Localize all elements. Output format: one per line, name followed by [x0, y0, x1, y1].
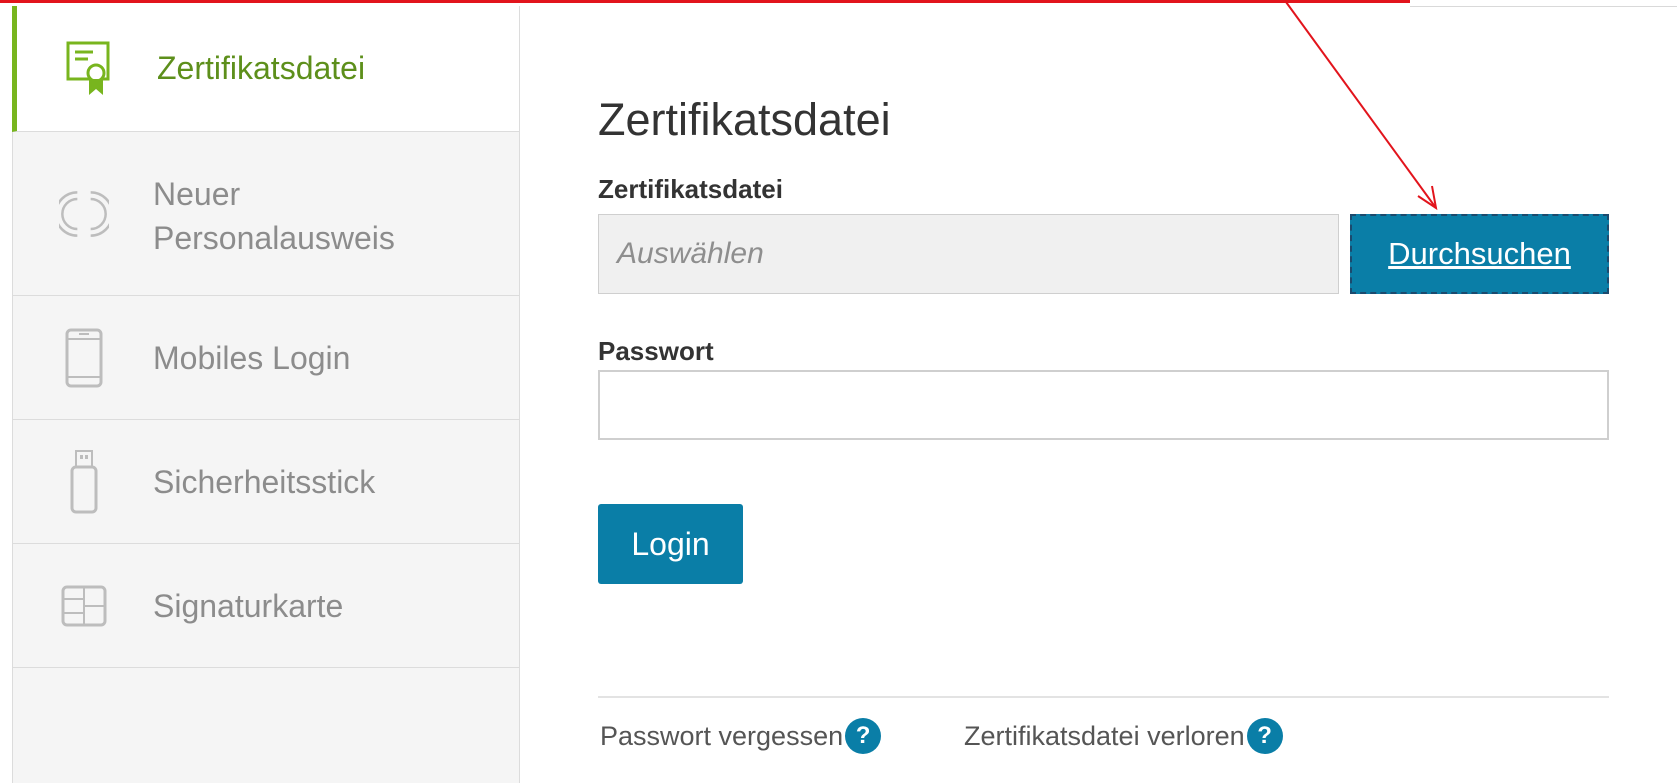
header-border [1410, 6, 1677, 7]
certificate-icon [63, 39, 113, 99]
usb-stick-icon [59, 449, 109, 513]
sidebar-item-label: Mobiles Login [153, 340, 351, 376]
forgot-password-label: Passwort vergessen [600, 720, 844, 751]
login-method-sidebar: Zertifikatsdatei Neuer Personalausweis M… [12, 6, 520, 783]
certificate-lost-link[interactable]: Zertifikatsdatei verloren ? [964, 718, 1283, 754]
sidebar-item-label: Neuer Personalausweis [153, 176, 395, 256]
file-field-label: Zertifikatsdatei [598, 174, 783, 204]
certificate-lost-label: Zertifikatsdatei verloren [964, 720, 1245, 751]
footer-divider [598, 696, 1609, 698]
forgot-password-link[interactable]: Passwort vergessen ? [600, 718, 882, 754]
id-card-nfc-icon [59, 184, 109, 244]
sidebar-item-mobiles-login[interactable]: Mobiles Login [13, 296, 519, 420]
sidebar-item-label: Sicherheitsstick [153, 464, 376, 500]
sidebar-item-label: Zertifikatsdatei [157, 50, 366, 86]
help-icon[interactable]: ? [1246, 718, 1283, 754]
page-title: Zertifikatsdatei [598, 94, 891, 145]
login-button[interactable]: Login [598, 504, 743, 584]
annotation-frame-top [0, 0, 1410, 3]
sidebar-item-zertifikatsdatei[interactable]: Zertifikatsdatei [12, 6, 519, 132]
smart-card-icon [59, 576, 109, 636]
password-field-label: Passwort [598, 336, 714, 366]
help-icon[interactable]: ? [845, 718, 882, 754]
mobile-phone-icon [59, 328, 109, 388]
sidebar-item-signaturkarte[interactable]: Signaturkarte [13, 544, 519, 668]
sidebar-item-sicherheitsstick[interactable]: Sicherheitsstick [13, 420, 519, 544]
password-input[interactable] [598, 370, 1609, 440]
sidebar-item-label: Signaturkarte [153, 588, 344, 624]
sidebar-item-neuer-personalausweis[interactable]: Neuer Personalausweis [13, 132, 519, 296]
certificate-file-input[interactable]: Auswählen [598, 214, 1339, 294]
browse-button[interactable]: Durchsuchen [1350, 214, 1609, 294]
